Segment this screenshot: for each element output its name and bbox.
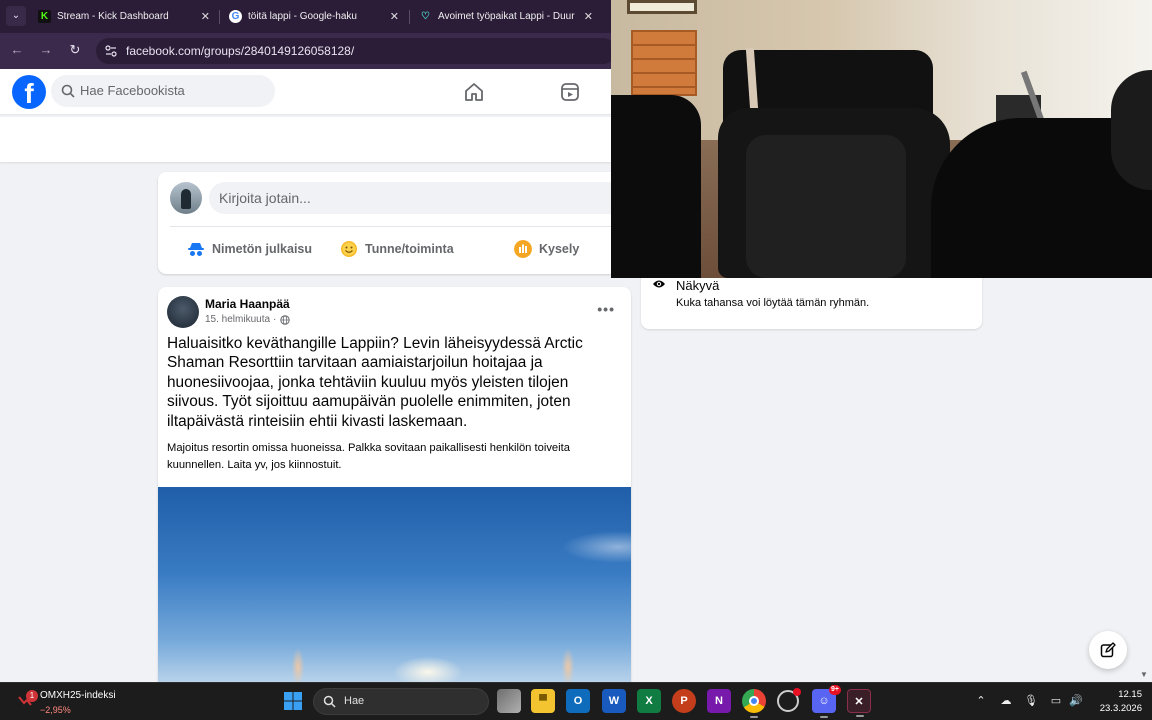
windows-start-icon[interactable] <box>283 691 303 711</box>
google-icon: G <box>229 10 242 23</box>
webcam-head <box>1111 70 1152 190</box>
notification-badge: 1 <box>26 690 38 702</box>
post-composer: Kirjoita jotain... Nimetön julkaisu Tunn… <box>158 172 611 274</box>
tab-search-button[interactable]: ⌄ <box>6 6 26 26</box>
poll-icon <box>514 240 532 258</box>
search-icon <box>323 695 336 708</box>
recording-dot-icon <box>793 688 801 696</box>
clock-time: 12.15 <box>1118 689 1142 700</box>
browser-tab-bar: ⌄ K Stream - Kick Dashboard ✕ G töitä la… <box>0 0 611 33</box>
facebook-header: f Hae Facebookista <box>0 69 611 115</box>
stock-widget[interactable]: 1 OMXH25-indeksi −2,95% <box>16 687 126 717</box>
chevron-up-icon[interactable]: ⌃ <box>974 694 988 708</box>
task-view-icon[interactable] <box>497 689 521 713</box>
taskbar-clock[interactable]: 12.15 23.3.2026 <box>1090 688 1142 716</box>
taskbar-search-input[interactable]: Hae <box>313 688 489 715</box>
home-icon[interactable] <box>463 81 485 103</box>
volume-icon[interactable]: 🔊 <box>1069 694 1083 708</box>
divider <box>170 226 611 227</box>
file-explorer-icon[interactable]: ▀ <box>531 689 555 713</box>
onedrive-icon[interactable]: ☁ <box>999 694 1013 708</box>
discord-badge: 9+ <box>829 685 841 695</box>
close-tab-icon[interactable]: ✕ <box>201 10 210 23</box>
group-header-strip <box>0 117 611 162</box>
post-photo[interactable] <box>158 487 631 682</box>
widget-value: −2,95% <box>40 705 71 715</box>
webcam-armchair-left <box>611 95 701 278</box>
outlook-icon[interactable]: O <box>566 689 590 713</box>
widget-name: OMXH25-indeksi <box>40 690 116 701</box>
excel-icon[interactable]: X <box>637 689 661 713</box>
visibility-title: Näkyvä <box>676 278 720 293</box>
kick-icon: K <box>38 10 51 23</box>
tab-title: Avoimet työpaikat Lappi - Duur <box>438 11 575 22</box>
powerpoint-icon[interactable]: P <box>672 689 696 713</box>
composer-placeholder: Kirjoita jotain... <box>219 190 311 206</box>
discord-icon[interactable]: ☺ 9+ <box>812 685 841 718</box>
browser-tab-google[interactable]: G töitä lappi - Google-haku ✕ <box>221 4 407 29</box>
more-options-icon[interactable]: ••• <box>597 301 615 317</box>
onenote-icon[interactable]: N <box>707 689 731 713</box>
post-body: Majoitus resortin omissa huoneissa. Palk… <box>167 442 570 471</box>
site-info-icon[interactable] <box>105 45 117 57</box>
search-icon <box>61 84 75 98</box>
new-message-button[interactable] <box>1089 631 1127 669</box>
anonymous-icon <box>188 243 204 256</box>
post-meta: 15. helmikuuta · <box>205 314 291 325</box>
browser-tab-kick[interactable]: K Stream - Kick Dashboard ✕ <box>30 4 218 29</box>
webcam-cushion <box>746 135 906 278</box>
chrome-icon[interactable] <box>742 689 766 718</box>
group-about-card: Näkyvä Kuka tahansa voi löytää tämän ryh… <box>641 270 982 329</box>
scroll-down-arrow-icon[interactable]: ▼ <box>1140 670 1148 679</box>
post-date[interactable]: 15. helmikuuta <box>205 314 270 325</box>
tab-title: töitä lappi - Google-haku <box>248 11 357 22</box>
meta-separator: · <box>273 314 277 325</box>
feeling-activity-button[interactable]: Tunne/toiminta <box>340 238 454 260</box>
eye-icon <box>653 280 665 288</box>
post-headline: Haluaisitko keväthangille Lappiin? Levin… <box>167 335 583 430</box>
facebook-search-input[interactable]: Hae Facebookista <box>51 75 275 107</box>
duunitori-icon: ♡ <box>421 11 430 22</box>
browser-tab-duunitori[interactable]: ♡ Avoimet työpaikat Lappi - Duur ✕ <box>411 4 601 29</box>
post-author[interactable]: Maria Haanpää <box>205 297 290 311</box>
tab-divider <box>409 10 410 24</box>
compose-icon <box>1100 642 1116 658</box>
tab-divider <box>219 10 220 24</box>
action-label: Tunne/toiminta <box>365 242 454 256</box>
tab-title: Stream - Kick Dashboard <box>57 11 169 22</box>
smiley-icon <box>341 241 357 257</box>
webcam-picture-frame <box>627 0 697 14</box>
browser-toolbar: ← → ↻ facebook.com/groups/28401491260581… <box>0 33 616 69</box>
clock-date: 23.3.2026 <box>1099 703 1142 714</box>
windows-taskbar: 1 OMXH25-indeksi −2,95% Hae ▀ O W X P N … <box>0 682 1152 720</box>
facebook-logo-icon[interactable]: f <box>12 75 46 109</box>
address-bar[interactable]: facebook.com/groups/2840149126058128/ <box>96 38 616 64</box>
network-icon[interactable]: ▭ <box>1049 694 1063 708</box>
obs-icon[interactable] <box>777 688 801 712</box>
webcam-overlay <box>611 0 1152 278</box>
close-tab-icon[interactable]: ✕ <box>584 10 593 23</box>
back-arrow-icon[interactable]: ← <box>8 42 26 57</box>
avatar[interactable] <box>167 296 199 328</box>
avatar[interactable] <box>170 182 202 214</box>
globe-icon <box>280 314 291 325</box>
reels-icon[interactable] <box>559 81 581 103</box>
feed-post: Maria Haanpää 15. helmikuuta · ••• Halua… <box>158 287 631 682</box>
action-label: Kysely <box>539 242 580 256</box>
poll-button[interactable]: Kysely <box>514 238 579 260</box>
microphone-icon[interactable]: 🎙 <box>1024 694 1038 708</box>
capcut-icon[interactable]: ✕ <box>847 689 871 717</box>
url-text: facebook.com/groups/2840149126058128/ <box>126 44 355 58</box>
composer-input[interactable]: Kirjoita jotain... <box>209 182 611 214</box>
search-placeholder: Hae Facebookista <box>80 83 185 98</box>
visibility-description: Kuka tahansa voi löytää tämän ryhmän. <box>676 297 870 309</box>
taskbar-search-label: Hae <box>344 695 365 707</box>
action-label: Nimetön julkaisu <box>212 242 313 256</box>
reload-icon[interactable]: ↻ <box>66 42 84 58</box>
forward-arrow-icon[interactable]: → <box>37 42 55 57</box>
word-icon[interactable]: W <box>602 689 626 713</box>
close-tab-icon[interactable]: ✕ <box>390 10 399 23</box>
webcam-dresser <box>631 30 697 96</box>
anonymous-post-button[interactable]: Nimetön julkaisu <box>187 238 312 260</box>
